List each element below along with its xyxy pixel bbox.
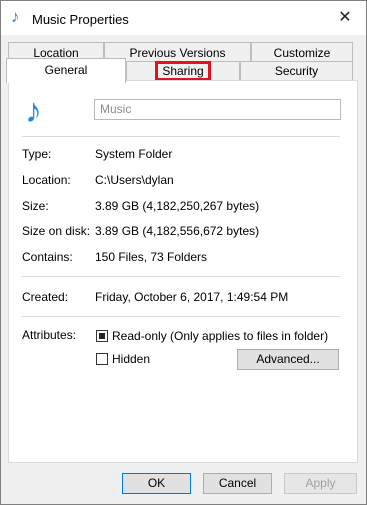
- readonly-checkbox-label[interactable]: Read-only (Only applies to files in fold…: [112, 329, 328, 343]
- apply-button[interactable]: Apply: [284, 473, 357, 494]
- divider: [22, 276, 340, 277]
- advanced-button[interactable]: Advanced...: [237, 349, 339, 370]
- contains-label: Contains:: [22, 250, 73, 264]
- type-value: System Folder: [95, 147, 173, 161]
- divider: [22, 316, 340, 317]
- tab-previous-versions[interactable]: Previous Versions: [104, 42, 251, 63]
- general-panel: [8, 80, 358, 463]
- title-bar: ♪ Music Properties ✕: [1, 1, 366, 35]
- created-value: Friday, October 6, 2017, 1:49:54 PM: [95, 290, 289, 304]
- tab-label: Customize: [273, 46, 331, 60]
- tab-label: Security: [274, 64, 319, 78]
- cancel-button[interactable]: Cancel: [203, 473, 272, 494]
- size-value: 3.89 GB (4,182,250,267 bytes): [95, 199, 260, 213]
- ok-button[interactable]: OK: [122, 473, 191, 494]
- music-note-icon: ♪: [25, 92, 42, 130]
- tab-customize[interactable]: Customize: [251, 42, 353, 63]
- contains-value: 150 Files, 73 Folders: [95, 250, 208, 264]
- hidden-checkbox-label[interactable]: Hidden: [112, 352, 150, 366]
- readonly-checkbox[interactable]: [96, 330, 108, 342]
- tab-label: Sharing: [155, 61, 211, 81]
- window-title: Music Properties: [32, 12, 129, 27]
- tab-label: General: [44, 63, 88, 77]
- type-label: Type:: [22, 147, 52, 161]
- folder-name-field[interactable]: Music: [94, 99, 341, 120]
- location-value: C:\Users\dylan: [95, 173, 174, 187]
- music-note-icon: ♪: [11, 7, 20, 26]
- tab-label: Previous Versions: [129, 46, 226, 60]
- created-label: Created:: [22, 290, 69, 304]
- close-button[interactable]: ✕: [324, 1, 366, 34]
- tab-security[interactable]: Security: [240, 61, 353, 81]
- attributes-label: Attributes:: [22, 328, 77, 342]
- size-on-disk-label: Size on disk:: [22, 224, 91, 238]
- tab-general[interactable]: General: [6, 58, 126, 83]
- tab-sharing[interactable]: Sharing: [126, 61, 240, 81]
- size-on-disk-value: 3.89 GB (4,182,556,672 bytes): [95, 224, 260, 238]
- hidden-checkbox[interactable]: [96, 353, 108, 365]
- divider: [22, 136, 340, 137]
- size-label: Size:: [22, 199, 49, 213]
- location-label: Location:: [22, 173, 71, 187]
